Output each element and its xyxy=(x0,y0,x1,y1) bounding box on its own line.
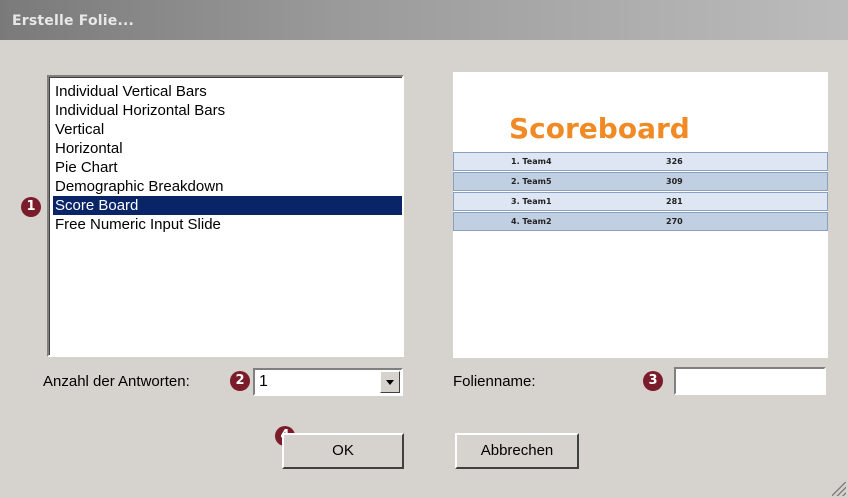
resize-grip[interactable] xyxy=(832,482,846,496)
create-slide-dialog: Erstelle Folie... Individual Vertical Ba… xyxy=(0,0,848,498)
preview-row: 4. Team2 270 xyxy=(453,212,828,231)
slide-type-list[interactable]: Individual Vertical Bars Individual Hori… xyxy=(47,75,404,357)
slide-preview: Scoreboard 1. Team4 326 2. Team5 309 3. … xyxy=(453,72,828,358)
preview-row: 1. Team4 326 xyxy=(453,152,828,171)
preview-team: 3. Team1 xyxy=(511,197,552,206)
list-item[interactable]: Horizontal xyxy=(53,139,402,158)
callout-badge-3: 3 xyxy=(643,371,663,391)
title-bar[interactable]: Erstelle Folie... xyxy=(0,0,848,40)
preview-score: 281 xyxy=(666,197,683,206)
dropdown-button[interactable] xyxy=(380,371,400,393)
preview-row: 3. Team1 281 xyxy=(453,192,828,211)
preview-row: 2. Team5 309 xyxy=(453,172,828,191)
preview-team: 4. Team2 xyxy=(511,217,552,226)
preview-score: 326 xyxy=(666,157,683,166)
list-item[interactable]: Pie Chart xyxy=(53,158,402,177)
preview-title: Scoreboard xyxy=(509,112,690,145)
callout-badge-2: 2 xyxy=(230,371,250,391)
list-item[interactable]: Individual Horizontal Bars xyxy=(53,101,402,120)
list-item[interactable]: Free Numeric Input Slide xyxy=(53,215,402,234)
cancel-button[interactable]: Abbrechen xyxy=(455,433,579,469)
list-item[interactable]: Individual Vertical Bars xyxy=(53,82,402,101)
window-title: Erstelle Folie... xyxy=(12,13,135,29)
list-item[interactable]: Demographic Breakdown xyxy=(53,177,402,196)
preview-team: 2. Team5 xyxy=(511,177,552,186)
preview-team: 1. Team4 xyxy=(511,157,552,166)
answers-count-select[interactable]: 1 xyxy=(253,368,403,396)
list-item-selected[interactable]: Score Board xyxy=(53,196,402,215)
answers-label: Anzahl der Antworten: xyxy=(43,373,190,390)
slide-name-input[interactable] xyxy=(674,367,826,395)
list-item[interactable]: Vertical xyxy=(53,120,402,139)
chevron-down-icon xyxy=(386,380,394,385)
answers-count-value: 1 xyxy=(259,373,268,390)
preview-score: 270 xyxy=(666,217,683,226)
preview-score: 309 xyxy=(666,177,683,186)
slide-name-label: Folienname: xyxy=(453,373,536,390)
callout-badge-1: 1 xyxy=(21,197,41,217)
ok-button[interactable]: OK xyxy=(282,433,404,469)
